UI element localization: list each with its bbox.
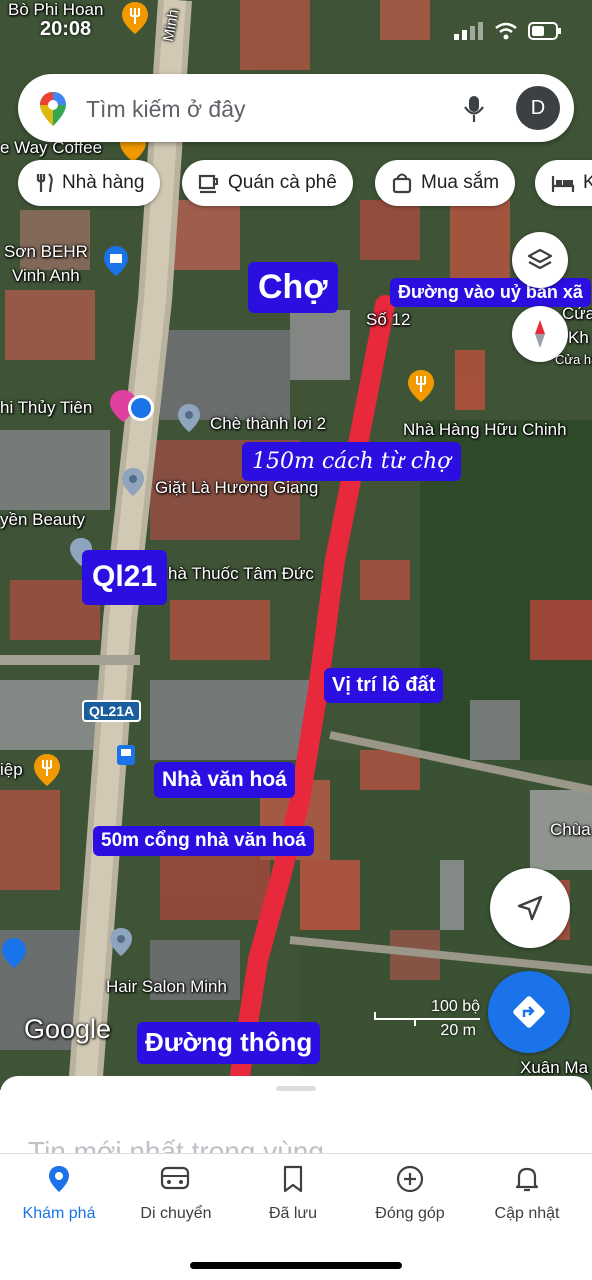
poi-label[interactable]: iệp xyxy=(0,760,23,780)
poi-label[interactable]: Cửa hà xyxy=(555,352,592,367)
compass-icon xyxy=(535,320,545,348)
nav-label: Đóng góp xyxy=(375,1205,445,1222)
search-bar[interactable]: Tìm kiếm ở đây D xyxy=(18,74,574,142)
annotation-cultural-house: Nhà văn hoá xyxy=(154,762,295,799)
google-logo: Google xyxy=(24,1014,112,1044)
status-bar: 20:08 xyxy=(0,0,592,56)
poi-label[interactable]: Xuân Ma xyxy=(520,1058,588,1078)
shopping-bag-icon xyxy=(392,173,412,194)
bus-stop-icon[interactable] xyxy=(116,744,136,766)
chip-label: Mua sắm xyxy=(421,172,500,193)
annotation-cultural-gate: 50m cổng nhà văn hoá xyxy=(93,826,314,856)
nav-saved[interactable]: Đã lưu xyxy=(234,1164,352,1223)
annotation-market: Chợ xyxy=(248,262,338,314)
poi-label[interactable]: Sơn BEHR xyxy=(4,242,88,262)
car-icon xyxy=(160,1166,190,1190)
place-pin-icon[interactable] xyxy=(120,466,146,498)
poi-label[interactable]: hi Thủy Tiên xyxy=(0,398,92,418)
restaurant-pin-icon[interactable] xyxy=(32,752,62,788)
poi-label[interactable]: Nhà Hàng Hữu Chinh xyxy=(403,420,567,440)
poi-label[interactable]: Chùa xyxy=(550,820,591,840)
place-pin-icon[interactable] xyxy=(176,402,202,434)
compass-button[interactable] xyxy=(512,306,568,362)
chip-cafes[interactable]: Quán cà phê xyxy=(182,160,353,206)
annotation-lot-location: Vị trí lô đất xyxy=(324,668,444,703)
home-indicator xyxy=(190,1262,402,1269)
status-icons xyxy=(454,22,562,40)
current-location-icon xyxy=(128,395,154,421)
chip-label: Quán cà phê xyxy=(228,172,337,193)
bell-icon xyxy=(515,1167,539,1192)
nav-label: Cập nhật xyxy=(494,1205,560,1222)
poi-label[interactable]: Số 12 xyxy=(366,310,410,330)
coffee-cup-icon xyxy=(198,174,218,194)
status-time: 20:08 xyxy=(40,18,92,40)
add-circle-icon xyxy=(396,1165,424,1193)
chip-shopping[interactable]: Mua sắm xyxy=(375,160,516,206)
shop-pin-icon[interactable] xyxy=(0,936,28,970)
bookmark-icon xyxy=(283,1165,303,1193)
poi-label[interactable]: hà Thuốc Tâm Đức xyxy=(168,564,314,584)
poi-label[interactable]: Kh xyxy=(568,328,589,348)
directions-button[interactable] xyxy=(488,971,570,1053)
annotation-distance-market: 150m cách từ chợ xyxy=(242,442,461,482)
bed-icon xyxy=(551,176,575,192)
annotation-highway: Ql21 xyxy=(82,550,168,605)
wifi-icon xyxy=(495,22,517,40)
nav-contribute[interactable]: Đóng góp xyxy=(351,1164,469,1223)
layers-button[interactable] xyxy=(512,232,568,288)
nav-label: Khám phá xyxy=(22,1205,96,1222)
annotation-through-road: Đường thông xyxy=(137,1022,321,1064)
signal-icon xyxy=(454,22,483,40)
poi-label[interactable]: Hair Salon Minh xyxy=(106,977,227,997)
nav-commute[interactable]: Di chuyển xyxy=(117,1164,235,1223)
annotation-commune-road: Đường vào uỷ ban xã xyxy=(390,278,591,307)
navigation-arrow-icon xyxy=(517,895,543,921)
google-maps-logo-icon xyxy=(40,92,66,126)
microphone-icon[interactable] xyxy=(462,94,486,124)
map-scale: 100 bộ 20 m xyxy=(374,998,480,1040)
place-pin-icon[interactable] xyxy=(108,926,134,958)
search-input[interactable]: Tìm kiếm ở đây xyxy=(86,96,246,123)
poi-label[interactable]: yền Beauty xyxy=(0,510,85,530)
nav-explore[interactable]: Khám phá xyxy=(0,1164,118,1223)
location-pin-icon xyxy=(49,1166,69,1192)
sheet-drag-handle[interactable] xyxy=(276,1086,316,1091)
restaurant-pin-icon[interactable] xyxy=(406,368,436,404)
poi-label[interactable]: Vinh Anh xyxy=(12,266,80,286)
battery-icon xyxy=(528,22,561,40)
avatar[interactable]: D xyxy=(516,86,560,130)
nav-label: Đã lưu xyxy=(268,1205,318,1222)
bottom-navigation: Khám phá Di chuyển Đã lưu Đóng góp Cập n… xyxy=(0,1153,592,1280)
nav-updates[interactable]: Cập nhật xyxy=(468,1164,586,1223)
chip-restaurants[interactable]: Nhà hàng xyxy=(18,160,161,206)
poi-label[interactable]: Cửa xyxy=(562,304,592,324)
directions-icon xyxy=(513,996,545,1028)
chip-hotels[interactable]: K xyxy=(535,160,592,206)
fork-knife-icon xyxy=(36,173,53,193)
layers-icon xyxy=(527,248,553,270)
shop-pin-icon[interactable] xyxy=(102,244,130,278)
nav-label: Di chuyển xyxy=(140,1205,212,1222)
my-location-button[interactable] xyxy=(490,868,570,948)
highway-shield: QL21A xyxy=(82,700,142,722)
poi-label[interactable]: Chè thành lơi 2 xyxy=(210,414,326,434)
chip-label: K xyxy=(583,172,592,193)
chip-label: Nhà hàng xyxy=(62,172,145,193)
